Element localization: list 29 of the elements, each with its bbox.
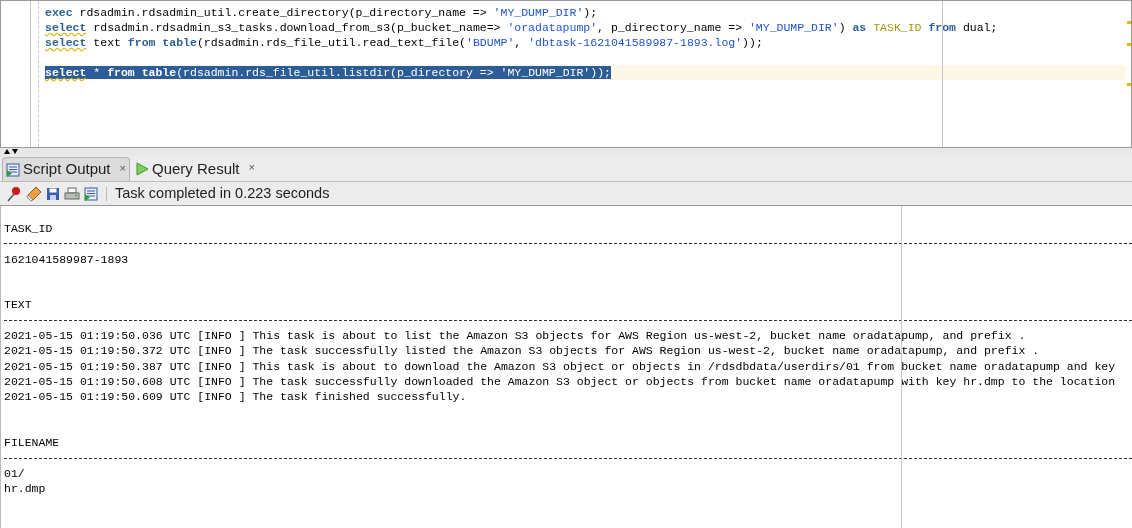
print-icon[interactable]	[64, 186, 80, 201]
code-line: select text from table(rdsadmin.rds_file_util.read_text_file('BDUMP', 'dbtask-1621041589987-1893.log'));	[45, 35, 764, 50]
output-row: 1621041589987-1893	[4, 252, 129, 266]
output-row: 2021-05-15 01:19:50.036 UTC [INFO ] This task is about to list the Amazon S3 objects for AWS Region us-west-2, bucket name oradatapump, and prefix .	[4, 329, 1026, 343]
output-row: 2021-05-15 01:19:50.608 UTC [INFO ] The task successfully downloaded the Amazon S3 object or objects from bucket name oradatapump with key hr.dmp to the location	[4, 374, 1116, 388]
output-row: 2021-05-15 01:19:50.387 UTC [INFO ] This task is about to download the Amazon S3 object or objects in /rdsdbdata/userdirs/01 from bucket name oradatapump and key	[4, 359, 1116, 373]
output-row: 01/	[4, 466, 25, 480]
status-text: Task completed in 0.223 seconds	[115, 183, 330, 203]
column-heading: TEXT	[4, 298, 32, 312]
tab-label: Script Output	[23, 159, 111, 180]
code-line: select rdsadmin.rdsadmin_s3_tasks.download_from_s3(p_bucket_name=> 'oradatapump', p_directory_name => 'MY_DUMP_DIR') as TASK_ID from dual;	[45, 20, 999, 35]
save-icon[interactable]	[46, 186, 60, 201]
splitter-arrows-icon[interactable]	[3, 148, 19, 155]
tab-label: Query Result	[152, 158, 240, 179]
output-row: 2021-05-15 01:19:50.372 UTC [INFO ] The task successfully listed the Amazon S3 objects for AWS Region us-west-2, bucket name oradatapump, and prefix .	[4, 344, 1040, 358]
column-heading: TASK_ID	[4, 222, 53, 235]
script-run-icon	[6, 162, 20, 177]
output-tab[interactable]: Script Output ×	[2, 157, 130, 181]
output-row: hr.dmp	[4, 482, 46, 496]
script-run-icon	[84, 186, 98, 201]
pin-icon[interactable]	[6, 185, 22, 202]
code-line: exec rdsadmin.rdsadmin_util.create_directory(p_directory_name => 'MY_DUMP_DIR');	[45, 5, 599, 20]
output-row: 2021-05-15 01:19:50.609 UTC [INFO ] The task finished successfully.	[4, 390, 467, 404]
eraser-icon[interactable]	[26, 185, 42, 202]
close-icon[interactable]: ×	[119, 160, 126, 177]
column-heading: FILENAME	[4, 436, 60, 450]
close-icon[interactable]: ×	[248, 159, 255, 176]
play-icon	[135, 162, 149, 176]
output-tab[interactable]: Query Result ×	[132, 157, 258, 181]
